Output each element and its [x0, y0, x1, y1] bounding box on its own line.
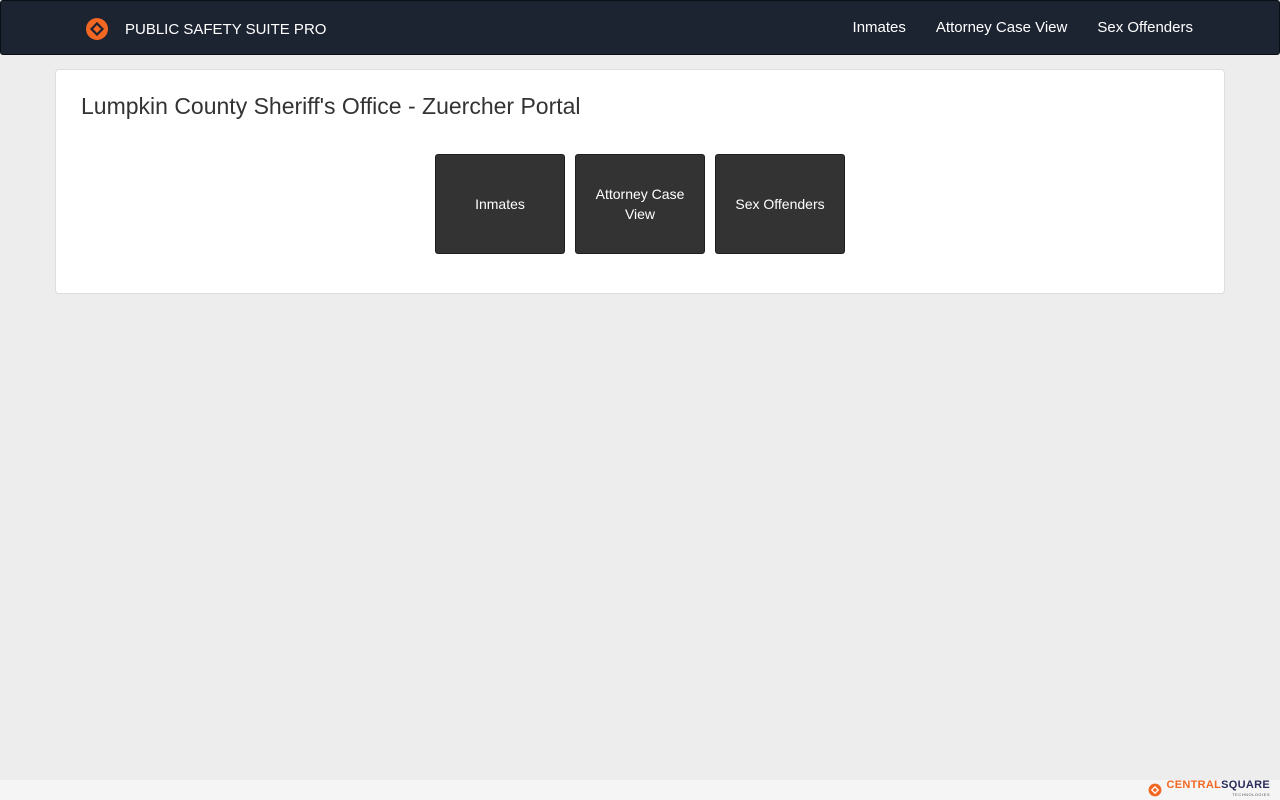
footer-brand: CENTRALSQUARE TECHNOLOGIES [1166, 779, 1270, 799]
tile-sex-offenders[interactable]: Sex Offenders [715, 154, 845, 254]
footer-brand-sub: TECHNOLOGIES [1232, 792, 1270, 797]
portal-panel: Lumpkin County Sheriff's Office - Zuerch… [55, 69, 1225, 294]
nav-link-sex-offenders[interactable]: Sex Offenders [1097, 19, 1193, 36]
brand-name: PUBLIC SAFETY SUITE PRO [125, 20, 327, 38]
nav-link-inmates[interactable]: Inmates [853, 19, 906, 36]
nav-links: Inmates Attorney Case View Sex Offenders [823, 1, 1193, 54]
footer-brand-name: CENTRALSQUARE [1166, 779, 1270, 791]
tile-inmates[interactable]: Inmates [435, 154, 565, 254]
footer-brand-central: CENTRAL [1166, 779, 1222, 791]
centralsquare-footer-icon [1149, 783, 1162, 797]
footer-logo: CENTRALSQUARE TECHNOLOGIES [1148, 780, 1270, 800]
centralsquare-logo-icon [86, 18, 108, 40]
top-navbar: PUBLIC SAFETY SUITE PRO Inmates Attorney… [0, 0, 1280, 55]
tile-attorney-case-view[interactable]: Attorney Case View [575, 154, 705, 254]
nav-link-attorney-case-view[interactable]: Attorney Case View [936, 19, 1067, 36]
portal-tiles: Inmates Attorney Case View Sex Offenders [435, 154, 845, 254]
footer-bar: CENTRALSQUARE TECHNOLOGIES [0, 780, 1280, 800]
brand-home-link[interactable]: PUBLIC SAFETY SUITE PRO [85, 15, 326, 43]
page-title: Lumpkin County Sheriff's Office - Zuerch… [81, 93, 581, 119]
